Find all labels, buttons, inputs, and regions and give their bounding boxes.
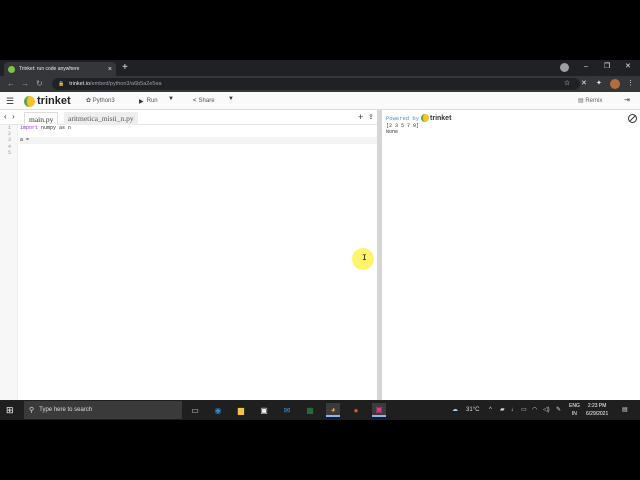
code-text-area[interactable]: import numpy as n a = — [20, 125, 378, 156]
wifi-icon[interactable]: ◠ — [532, 405, 537, 415]
network-icon[interactable]: ▰ — [500, 405, 505, 415]
powered-by-trinket[interactable]: Powered by trinket — [386, 114, 451, 122]
screen: Trinket: run code anywhere × + – ❐ ✕ ← →… — [0, 60, 640, 420]
stop-icon[interactable] — [628, 114, 637, 123]
file-tabs-bar: ‹ › main.py aritmetica_misti_n.py + ⇪ — [0, 110, 378, 125]
browser-tab-strip: Trinket: run code anywhere × + – ❐ ✕ — [0, 60, 640, 76]
address-bar[interactable]: 🔒 trinket.io /embed/python3/a6b5a2e5ea — [52, 78, 580, 90]
profile-avatar[interactable] — [610, 79, 620, 89]
taskbar-search[interactable]: ⚲ Type here to search — [24, 401, 182, 419]
new-tab-icon[interactable]: + — [122, 62, 128, 74]
volume-icon[interactable]: ◁) — [543, 405, 550, 415]
remix-button[interactable]: ▤ Remix — [578, 97, 602, 104]
tray-chevron-icon[interactable]: ^ — [489, 405, 492, 415]
language-code: ENG — [569, 403, 580, 409]
browser-tab-title: Trinket: run code anywhere — [19, 66, 80, 72]
text-cursor-icon: I — [362, 254, 367, 263]
clock-time: 2:23 PM — [587, 403, 607, 409]
code-text: numpy as n — [38, 125, 72, 131]
code-editor-pane: ‹ › main.py aritmetica_misti_n.py + ⇪ 1 … — [0, 110, 378, 400]
close-window-button[interactable]: ✕ — [625, 61, 631, 73]
search-icon: ⚲ — [29, 407, 35, 414]
share-icon: < — [193, 98, 197, 104]
language-label: ✿ Python3 — [86, 97, 115, 104]
language-name: Python3 — [92, 98, 115, 104]
code-keyword: import — [20, 125, 39, 131]
powered-brand: trinket — [430, 114, 452, 122]
file-explorer-icon[interactable]: ▆ — [234, 403, 248, 417]
reload-icon[interactable]: ↻ — [36, 78, 43, 90]
trinket-favicon-icon — [8, 65, 15, 73]
screen-recorder-icon[interactable]: ▣ — [372, 403, 386, 417]
taskbar-clock[interactable]: 2:23 PM 6/29/2021 — [586, 402, 608, 418]
url-host: trinket.io — [69, 81, 91, 87]
bookmark-star-icon[interactable]: ☆ — [564, 78, 570, 90]
play-icon: ▶ — [139, 98, 144, 105]
code-line[interactable] — [20, 150, 378, 156]
temperature-text[interactable]: 31°C — [466, 405, 479, 415]
taskbar-search-placeholder: Type here to search — [39, 407, 93, 413]
browser-tab[interactable]: Trinket: run code anywhere × — [4, 62, 116, 76]
tab-close-icon[interactable]: × — [108, 66, 112, 73]
trinket-logo-mark-icon — [24, 95, 35, 107]
region-code: IN — [571, 411, 577, 417]
task-view-icon[interactable]: ▭ — [188, 403, 202, 417]
run-button[interactable]: ▶ Run — [135, 95, 162, 107]
trinket-logo-text: trinket — [37, 95, 71, 107]
url-path: /embed/python3/a6b5a2e5ea — [90, 81, 162, 87]
remix-label: Remix — [585, 98, 603, 104]
notifications-icon[interactable]: ▤ — [622, 405, 628, 415]
back-arrow-icon[interactable]: ← — [7, 78, 15, 90]
trinket-logo[interactable]: trinket — [24, 95, 71, 107]
output-line: None — [386, 129, 399, 135]
windows-start-icon[interactable]: ⊞ — [6, 405, 14, 415]
excel-icon[interactable]: ▦ — [303, 403, 317, 417]
line-number-gutter: 1 2 3 4 5 — [0, 125, 18, 400]
exit-fullscreen-icon[interactable]: ⇥ — [624, 96, 630, 104]
tabs-left-chevron-icon[interactable]: ‹ — [4, 112, 7, 122]
windows-taskbar: ⊞ ⚲ Type here to search ▭ ◉ ▆ ▣ ✉ ▦ ◕ ● … — [0, 400, 640, 420]
mail-icon[interactable]: ✉ — [280, 403, 294, 417]
tabs-right-chevron-icon[interactable]: › — [12, 112, 15, 122]
file-tab-aritmetica[interactable]: aritmetica_misti_n.py — [64, 112, 138, 125]
language-indicator[interactable]: ENG IN — [569, 402, 580, 418]
code-text: a = — [20, 137, 33, 144]
maximize-button[interactable]: ❐ — [604, 61, 610, 73]
extension-icon[interactable]: ✕ — [581, 78, 587, 90]
run-label: Run — [146, 98, 158, 104]
powered-by-label: Powered by — [386, 114, 420, 122]
store-icon[interactable]: ▣ — [257, 403, 271, 417]
clock-date: 6/29/2021 — [586, 411, 609, 417]
share-button[interactable]: < Share — [189, 95, 219, 107]
microphone-icon[interactable]: ♩ — [511, 405, 517, 415]
run-dropdown-icon[interactable]: ▼ — [168, 96, 174, 102]
extensions-puzzle-icon[interactable]: ✦ — [596, 78, 602, 90]
file-tab-main[interactable]: main.py — [24, 112, 59, 125]
trinket-header: ☰ trinket ✿ Python3 ▶ Run ▼ < Share ▼ ▤ … — [0, 92, 640, 110]
line-number: 5 — [8, 149, 12, 156]
battery-icon[interactable]: ▭ — [521, 405, 527, 415]
lock-icon: 🔒 — [58, 81, 65, 87]
minimize-button[interactable]: – — [584, 61, 588, 73]
tab-search-icon[interactable] — [560, 63, 569, 72]
forward-arrow-icon[interactable]: → — [21, 78, 29, 90]
share-dropdown-icon[interactable]: ▼ — [228, 96, 234, 102]
chrome-icon[interactable]: ◕ — [326, 403, 340, 417]
output-pane: Powered by trinket [2 3 5 7 9] None — [382, 110, 640, 400]
pen-icon[interactable]: ✎ — [556, 405, 561, 415]
hamburger-menu-icon[interactable]: ☰ — [6, 96, 14, 106]
share-label: Share — [198, 98, 215, 104]
add-file-icon[interactable]: + — [358, 112, 363, 122]
powerpoint-icon[interactable]: ● — [349, 403, 363, 417]
edge-icon[interactable]: ◉ — [211, 403, 225, 417]
console-output: [2 3 5 7 9] None — [386, 123, 419, 135]
weather-icon[interactable]: ☁ — [452, 405, 458, 415]
trinket-small-logo-icon — [421, 114, 430, 122]
remix-icon: ▤ — [578, 98, 584, 104]
chrome-menu-icon[interactable]: ⋮ — [627, 78, 634, 90]
upload-file-icon[interactable]: ⇪ — [368, 113, 374, 123]
browser-toolbar: ← → ↻ 🔒 trinket.io /embed/python3/a6b5a2… — [0, 76, 640, 92]
python-icon: ✿ — [86, 98, 92, 104]
